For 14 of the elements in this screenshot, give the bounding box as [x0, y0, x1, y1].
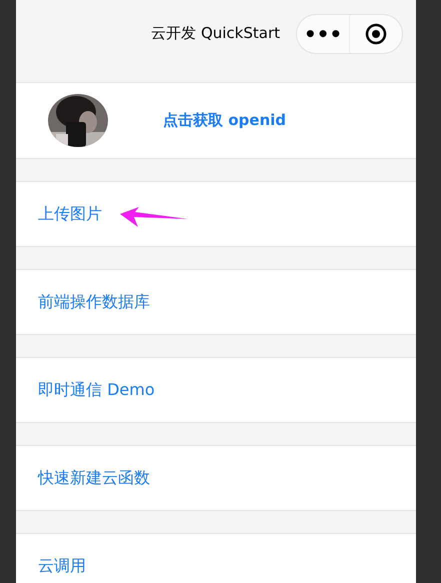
target-icon: [365, 23, 387, 45]
menu-item-label[interactable]: 快速新建云函数: [38, 468, 150, 488]
menu-item-label[interactable]: 上传图片: [38, 204, 102, 224]
menu-item[interactable]: 即时通信 Demo: [16, 357, 416, 423]
menu-item[interactable]: 上传图片: [16, 181, 416, 247]
page-title: 云开发 QuickStart: [151, 24, 280, 43]
menu-item-label[interactable]: 前端操作数据库: [38, 292, 150, 312]
more-button[interactable]: •••: [297, 15, 350, 53]
menu-item-label[interactable]: 云调用: [38, 556, 86, 576]
menu-item-label[interactable]: 即时通信 Demo: [38, 380, 155, 400]
get-openid-button[interactable]: 点击获取 openid: [163, 111, 286, 130]
menu-item[interactable]: 快速新建云函数: [16, 445, 416, 511]
menu-item[interactable]: 云调用: [16, 533, 416, 583]
menu-item[interactable]: 前端操作数据库: [16, 269, 416, 335]
